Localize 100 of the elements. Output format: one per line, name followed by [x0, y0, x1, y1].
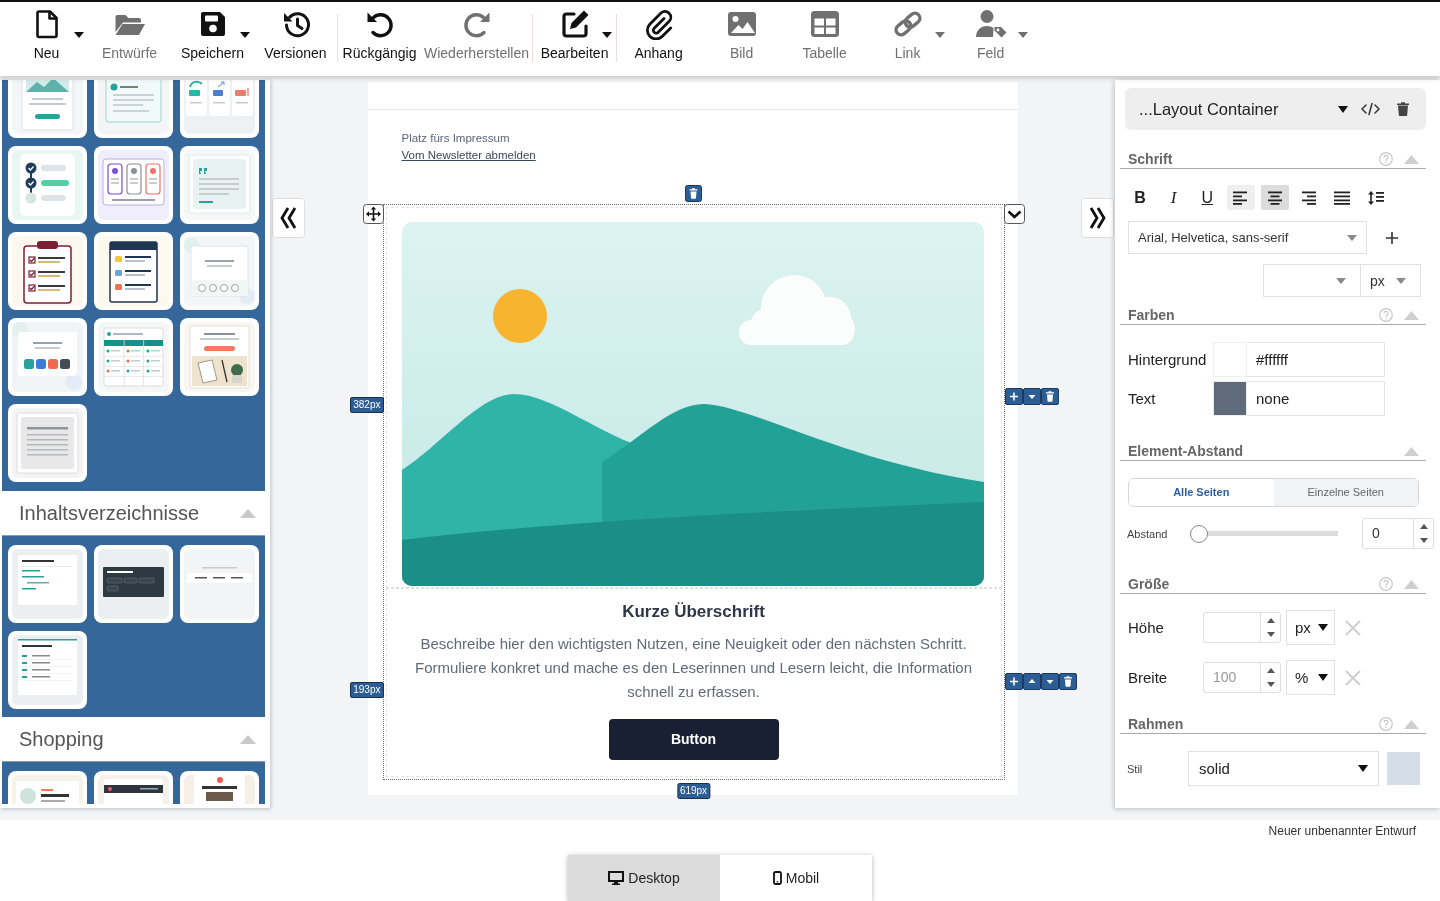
trash-icon[interactable] [1040, 388, 1059, 405]
template-thumbnail[interactable] [180, 771, 259, 804]
template-thumbnail[interactable] [8, 404, 87, 482]
align-center-icon[interactable] [1266, 190, 1283, 205]
font-family-select[interactable]: Arial, Helvetica, sans-serif [1128, 221, 1367, 254]
plus-icon[interactable] [1385, 230, 1399, 245]
bold-button[interactable]: B [1126, 185, 1154, 210]
toolbar-button[interactable]: Neu [5, 2, 88, 76]
template-thumbnail[interactable] [180, 545, 259, 623]
caret-down-icon[interactable] [1040, 673, 1059, 690]
slider-thumb[interactable] [1190, 524, 1208, 543]
monitor-icon[interactable] [608, 871, 625, 885]
caret-down-icon[interactable] [240, 32, 250, 38]
caret-up-icon[interactable] [1419, 523, 1428, 529]
field-label: Text [1128, 389, 1157, 409]
layout-row[interactable] [385, 588, 1002, 777]
caret-down-icon[interactable] [602, 32, 613, 38]
align-center-button[interactable] [1260, 185, 1289, 210]
template-thumbnail[interactable] [8, 232, 87, 310]
code-icon[interactable] [1361, 102, 1380, 116]
template-thumbnail[interactable] [94, 545, 173, 623]
unit-select[interactable]: px [1361, 264, 1421, 297]
plus-icon[interactable] [1004, 673, 1023, 690]
draft-name: Neuer unbenannter Entwurf [1268, 824, 1416, 838]
template-thumbnail[interactable] [8, 80, 87, 138]
color-field[interactable]: #ffffff [1247, 342, 1385, 377]
align-right-icon[interactable] [1300, 190, 1317, 205]
caret-down-icon[interactable] [1266, 682, 1275, 688]
content-heading: Kurze Überschrift [622, 602, 765, 622]
template-thumbnail[interactable] [94, 146, 173, 224]
unit-select[interactable]: % [1286, 660, 1335, 695]
toolbar-button[interactable]: Versionen [254, 2, 337, 76]
line-height-icon[interactable] [1367, 190, 1384, 205]
section-title: Schrift [1128, 150, 1173, 168]
double-chevron-left-icon[interactable] [272, 198, 305, 238]
double-chevron-right-icon[interactable] [1081, 198, 1114, 238]
color-field[interactable]: none [1247, 381, 1385, 416]
trash-icon[interactable] [1058, 673, 1077, 690]
caret-down-icon[interactable] [1338, 105, 1348, 113]
spacing-mode-tab[interactable]: Einzelne Seiten [1273, 479, 1418, 506]
layout-container[interactable] [382, 204, 1005, 780]
view-tab[interactable]: Desktop [568, 855, 720, 901]
toolbar-button[interactable]: Rückgängig [338, 2, 421, 76]
template-thumbnail[interactable] [94, 771, 173, 804]
template-thumbnail[interactable] [94, 80, 173, 138]
width-label: 619px [676, 783, 711, 799]
caret-down-icon[interactable] [1318, 674, 1328, 681]
imprint-text: Platz fürs Impressum [401, 131, 510, 146]
section-title: Rahmen [1128, 715, 1184, 733]
caret-down-icon[interactable] [74, 32, 84, 38]
trash-icon[interactable] [685, 185, 702, 202]
swatch-icon[interactable] [1213, 381, 1247, 416]
toolbar-button[interactable]: Bearbeiten [533, 2, 617, 76]
content-text: Beschreibe hier den wichtigsten Nutzen, eine Neuigkeit oder den nächsten Schritt. Formuliere konkret und mache es den Leserinnen und Lesern leicht, die Information schnell zu erfassen. [414, 634, 973, 702]
swatch-icon[interactable] [1387, 752, 1420, 785]
template-thumbnail[interactable] [180, 318, 259, 396]
element-dropdown[interactable]: ...Layout Container [1139, 99, 1348, 119]
template-thumbnail[interactable] [94, 232, 173, 310]
caret-up-icon[interactable] [1266, 617, 1275, 623]
caret-down-icon[interactable] [1022, 388, 1041, 405]
align-left-icon[interactable] [1233, 190, 1250, 205]
border-style-select[interactable]: solid [1188, 751, 1379, 786]
field-label: Höhe [1128, 618, 1165, 638]
field-label: Hintergrund [1128, 350, 1208, 370]
swatch-icon[interactable] [1213, 342, 1247, 377]
trash-icon[interactable] [1397, 102, 1409, 116]
template-thumbnail[interactable] [180, 80, 259, 138]
move-icon[interactable] [362, 204, 384, 224]
field-label: Abstand [1127, 527, 1169, 540]
italic-button[interactable]: I [1159, 185, 1188, 210]
caret-down-icon[interactable] [1419, 538, 1428, 544]
caret-up-icon[interactable] [1022, 673, 1041, 690]
template-thumbnail[interactable] [8, 545, 87, 623]
template-thumbnail[interactable] [180, 146, 259, 224]
template-thumbnail[interactable] [94, 318, 173, 396]
unit-select[interactable]: px [1286, 610, 1335, 645]
align-left-button[interactable] [1227, 185, 1256, 210]
caret-down-icon[interactable] [1318, 624, 1328, 631]
template-thumbnail[interactable] [8, 318, 87, 396]
caret-down-icon[interactable] [1358, 765, 1368, 772]
cta-button[interactable]: Button [608, 719, 779, 760]
phone-icon[interactable] [772, 871, 782, 885]
template-thumbnail[interactable] [8, 631, 87, 709]
plus-icon[interactable] [1004, 388, 1023, 405]
template-thumbnail[interactable] [180, 232, 259, 310]
toolbar-button[interactable]: Anhang [617, 2, 701, 76]
number-field[interactable]: 0 [1362, 518, 1434, 549]
toolbar-button[interactable]: Speichern [171, 2, 254, 76]
chevron-down-icon[interactable] [1003, 204, 1025, 224]
template-thumbnail[interactable] [8, 771, 87, 804]
view-tab[interactable]: Mobil [720, 855, 872, 901]
caret-down-icon[interactable] [1266, 632, 1275, 638]
height-label: 193px [350, 682, 384, 698]
underline-button[interactable]: U [1193, 185, 1222, 210]
template-thumbnail[interactable] [8, 146, 87, 224]
number-field[interactable] [1203, 612, 1281, 643]
unsubscribe-link[interactable]: Vom Newsletter abmelden [401, 147, 536, 164]
section-title: Shopping [19, 727, 104, 751]
caret-up-icon[interactable] [1266, 667, 1275, 673]
justify-icon[interactable] [1334, 190, 1351, 205]
